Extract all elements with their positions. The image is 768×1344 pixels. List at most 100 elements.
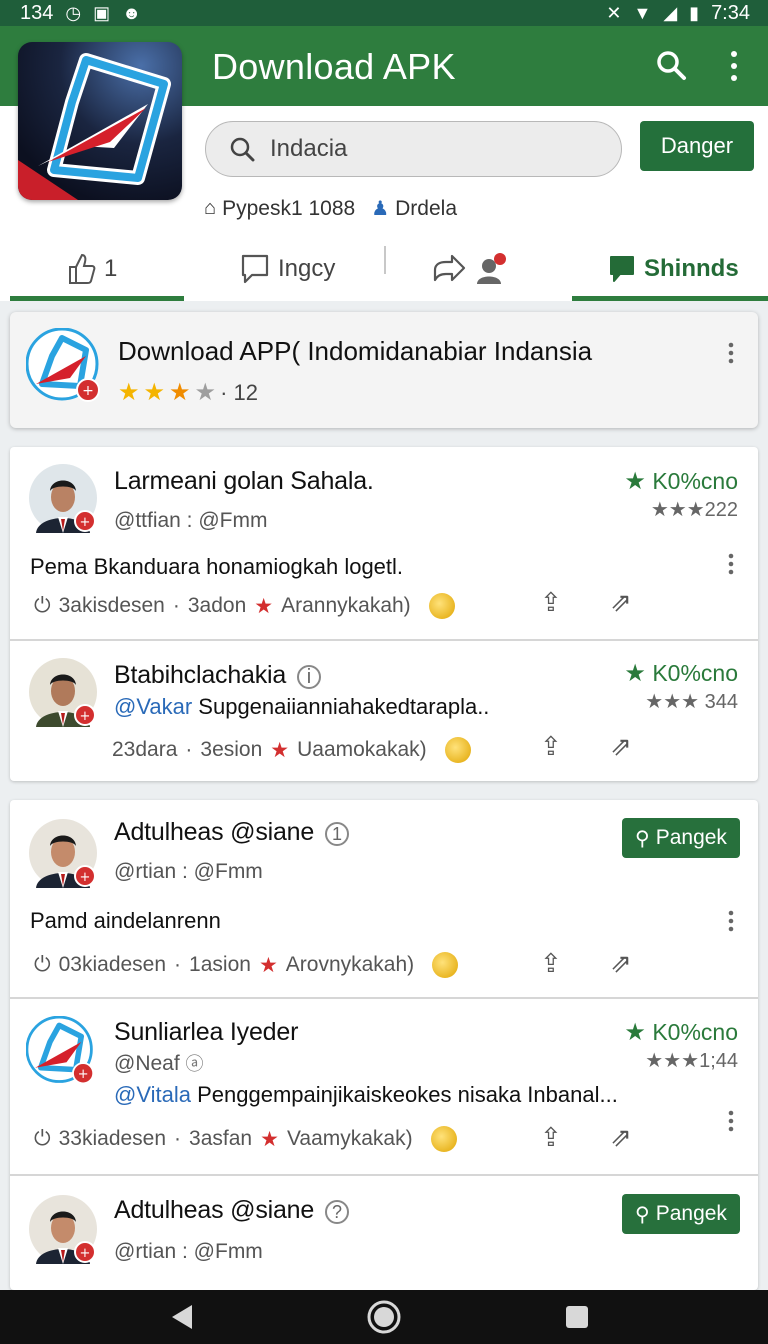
featured-app-card[interactable]: + Download APP( Indomidanabiar Indansia … bbox=[10, 312, 758, 428]
divider bbox=[10, 1174, 758, 1176]
star-icon: ★ bbox=[624, 1019, 646, 1046]
status-time-left: 134 bbox=[20, 1, 54, 24]
post-time: 1asion bbox=[189, 953, 251, 976]
post-tag[interactable]: Vaamykakak) bbox=[287, 1127, 413, 1151]
danger-button[interactable]: Danger bbox=[640, 121, 754, 171]
avatar[interactable]: + bbox=[28, 818, 98, 892]
post-text-body: Penggempainjikaiskeokes nisaka Inbanal..… bbox=[197, 1082, 618, 1107]
svg-text:+: + bbox=[80, 870, 91, 885]
post-author-name: Btabihclachakia bbox=[114, 661, 287, 689]
search-icon[interactable] bbox=[654, 48, 688, 82]
svg-text:+: + bbox=[78, 1067, 89, 1082]
post-card: + Adtulheas @siane 1 @rtian : @Fmm ⚲ Pan… bbox=[10, 800, 758, 1290]
search-field[interactable] bbox=[205, 121, 622, 177]
tab-bar: 1 Ingcy Shinnds bbox=[0, 240, 768, 301]
more-vert-icon[interactable] bbox=[724, 910, 738, 932]
post-handle-text: @Neaf bbox=[114, 1052, 180, 1075]
post-tag[interactable]: Arovnykakah) bbox=[286, 953, 414, 977]
post-handle-text: Supgenaiianniahakedtarapla.. bbox=[198, 694, 490, 719]
post-author-name: Adtulheas @siane bbox=[114, 1196, 315, 1224]
more-vert-icon[interactable] bbox=[724, 1110, 738, 1132]
avatar[interactable]: + bbox=[28, 657, 98, 731]
post-views: 03kiadesen bbox=[58, 953, 167, 976]
featured-app-title: Download APP( Indomidanabiar Indansia bbox=[118, 336, 593, 366]
svg-text:+: + bbox=[80, 1246, 91, 1261]
star-icon: ★ bbox=[169, 379, 191, 406]
home-icon[interactable] bbox=[366, 1299, 402, 1335]
help-icon[interactable]: ? bbox=[324, 1200, 349, 1224]
pangek-button[interactable]: ⚲ Pangek bbox=[622, 1194, 740, 1234]
dot-separator: · bbox=[174, 953, 182, 976]
tab-share[interactable] bbox=[432, 240, 508, 298]
battery-icon: ▮ bbox=[689, 3, 700, 23]
post-score-sub: ★★★222 bbox=[650, 499, 738, 521]
share-icon[interactable]: ⇗ bbox=[610, 587, 632, 618]
post-tag[interactable]: Uaamokakak) bbox=[297, 738, 427, 762]
avatar[interactable]: + bbox=[26, 1016, 96, 1090]
verified-icon: ⓐ bbox=[185, 1054, 204, 1074]
recents-icon[interactable] bbox=[564, 1303, 590, 1331]
info-icon[interactable]: 1 bbox=[324, 822, 349, 846]
pangek-button[interactable]: ⚲ Pangek bbox=[622, 818, 740, 858]
system-nav-bar bbox=[0, 1290, 768, 1344]
search-icon: ⚲ bbox=[635, 827, 650, 850]
search-input[interactable] bbox=[270, 135, 600, 163]
star-icon: ★ bbox=[270, 738, 290, 762]
boost-icon[interactable]: ⇪ bbox=[540, 731, 562, 762]
more-vert-icon[interactable] bbox=[724, 553, 738, 575]
meta-item-2: Drdela bbox=[395, 196, 458, 220]
post-author[interactable]: Adtulheas @siane ? bbox=[114, 1196, 349, 1225]
star-icon: ★ bbox=[194, 379, 217, 406]
post-author-name: Adtulheas @siane bbox=[114, 818, 315, 846]
coin-emoji-icon[interactable] bbox=[444, 737, 471, 763]
post-score-value: K0%cno bbox=[652, 1019, 738, 1045]
more-vert-icon[interactable] bbox=[722, 48, 746, 84]
coin-emoji-icon[interactable] bbox=[430, 1126, 457, 1152]
user-notification-icon bbox=[477, 253, 506, 284]
boost-icon[interactable]: ⇪ bbox=[540, 1122, 562, 1153]
post-stats: ⏻ 03kiadesen · 1asion ★ Arovnykakah) bbox=[34, 952, 459, 978]
meta-row: ⌂ Pypesk1 1088 ♟ Drdela bbox=[204, 196, 457, 221]
star-icon: ★ bbox=[260, 1127, 279, 1151]
post-text: Pema Bkanduara honamiogkah logetl. bbox=[30, 554, 404, 579]
mute-icon: ✕ bbox=[606, 3, 622, 23]
info-icon[interactable]: i bbox=[296, 665, 321, 689]
post-author[interactable]: Larmeani golan Sahala. bbox=[114, 467, 374, 496]
coin-emoji-icon[interactable] bbox=[428, 593, 455, 619]
post-handle: @Neaf ⓐ bbox=[114, 1050, 204, 1076]
post-author[interactable]: Adtulheas @siane 1 bbox=[114, 818, 349, 847]
share-icon[interactable]: ⇗ bbox=[610, 1122, 632, 1153]
share-icon[interactable]: ⇗ bbox=[610, 731, 632, 762]
post-views: 33kiadesen bbox=[58, 1127, 167, 1150]
boost-icon[interactable]: ⇪ bbox=[540, 948, 562, 979]
boost-icon[interactable]: ⇪ bbox=[540, 587, 562, 618]
post-handle: @rtian : @Fmm bbox=[114, 860, 263, 883]
post-stats: ⏻ 3akisdesen · 3adon ★ Arannykakah) bbox=[34, 593, 455, 619]
dot-separator: · bbox=[172, 594, 180, 617]
post-views: 23dara bbox=[112, 738, 178, 761]
tab-likes[interactable]: 1 bbox=[66, 240, 117, 298]
tab-ingcy[interactable]: Ingcy bbox=[240, 240, 335, 298]
notification-icon: ☻ bbox=[122, 3, 142, 23]
post-mention[interactable]: @Vitala bbox=[114, 1082, 191, 1107]
tab-shinnds[interactable]: Shinnds bbox=[608, 240, 739, 298]
post-card: + Larmeani golan Sahala. @ttfian : @Fmm … bbox=[10, 447, 758, 781]
post-score-sub: ★★★ 344 bbox=[645, 691, 738, 713]
avatar[interactable]: + bbox=[28, 463, 98, 537]
post-author[interactable]: Sunliarlea Iyeder bbox=[114, 1018, 298, 1047]
avatar[interactable]: + bbox=[28, 1194, 98, 1268]
tab-indicator-left bbox=[10, 296, 184, 301]
post-tag[interactable]: Arannykakah) bbox=[281, 594, 411, 618]
post-author[interactable]: Btabihclachakia i bbox=[114, 661, 321, 690]
coin-emoji-icon[interactable] bbox=[432, 952, 459, 978]
star-icon: ★ bbox=[118, 379, 140, 406]
views-icon: ⏻ bbox=[34, 594, 51, 617]
back-icon[interactable] bbox=[168, 1302, 196, 1332]
post-handle-prefix[interactable]: @Vakar bbox=[114, 694, 192, 719]
tab-indicator-active bbox=[572, 296, 768, 301]
views-icon: ⏻ bbox=[34, 1127, 51, 1150]
tab-separator bbox=[384, 246, 386, 274]
star-icon: ★ bbox=[143, 379, 166, 406]
more-vert-icon[interactable] bbox=[724, 342, 738, 364]
share-icon[interactable]: ⇗ bbox=[610, 948, 632, 979]
